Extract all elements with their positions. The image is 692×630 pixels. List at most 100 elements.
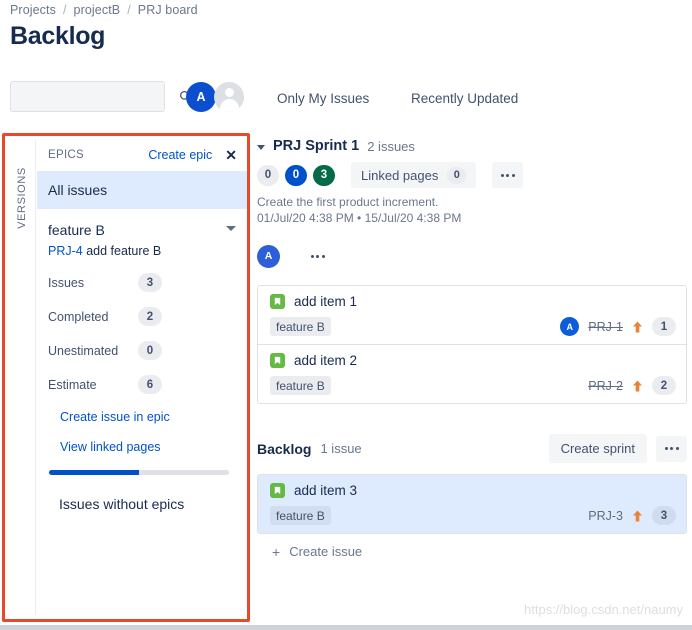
sprint-status-badges: 0 0 3 Linked pages 0 [257, 162, 687, 188]
epic-name: feature B [48, 222, 105, 238]
sprint-header[interactable]: PRJ Sprint 1 2 issues [257, 138, 687, 154]
more-icon-dot [316, 254, 319, 258]
avatar-initial: A [196, 90, 206, 104]
more-icon-dot [506, 173, 510, 177]
issue-key[interactable]: PRJ-1 [588, 320, 623, 334]
backlog-issue-list: add item 3 feature B PRJ-3 3 [257, 474, 687, 534]
sprint-name: PRJ Sprint 1 [273, 138, 360, 154]
create-sprint-button[interactable]: Create sprint [548, 434, 647, 463]
page-title: Backlog [10, 22, 106, 50]
priority-high-arrow-icon [633, 321, 642, 332]
more-icon-dot [664, 447, 668, 450]
breadcrumb-separator: / [127, 3, 131, 17]
issue-row-prj-1[interactable]: add item 1 feature B A PRJ-1 1 [258, 286, 686, 344]
breadcrumb-item-board[interactable]: PRJ board [138, 3, 198, 17]
epic-details: feature B PRJ-4 add feature B Issues 3 C… [37, 209, 247, 512]
epic-filter-issues-without-epics-label: Issues without epics [59, 496, 185, 512]
issue-summary: add item 1 [294, 294, 358, 309]
chevron-down-icon[interactable] [226, 226, 236, 231]
status-badge-todo[interactable]: 0 [257, 164, 279, 186]
epics-panel-title: EPICS [48, 148, 85, 161]
story-type-icon [270, 353, 285, 368]
issue-summary: add item 2 [294, 353, 358, 368]
issue-row-prj-3[interactable]: add item 3 feature B PRJ-3 3 [258, 475, 686, 533]
create-epic-button[interactable]: Create epic [148, 148, 212, 162]
versions-rail[interactable]: VERSIONS [8, 140, 36, 615]
backlog-section-header: Backlog 1 issue Create sprint [257, 434, 687, 463]
backlog-more-actions-button[interactable] [656, 435, 687, 462]
epics-panel-header: EPICS Create epic ✕ [37, 138, 247, 171]
create-issue-in-epic-link[interactable]: Create issue in epic [60, 410, 236, 424]
issue-estimate[interactable]: 1 [652, 317, 676, 336]
linked-pages-button[interactable]: Linked pages 0 [351, 162, 477, 188]
issue-epic-tag[interactable]: feature B [270, 317, 331, 336]
search-box[interactable] [10, 81, 192, 112]
epic-stat-unestimated: Unestimated 0 [48, 341, 236, 360]
more-icon-dot [310, 254, 314, 258]
more-icon-dot [321, 254, 325, 258]
chevron-down-icon[interactable] [257, 144, 265, 150]
view-linked-pages-link[interactable]: View linked pages [60, 440, 236, 454]
issue-meta-row: feature B A PRJ-1 1 [270, 317, 676, 336]
epics-panel: EPICS Create epic ✕ All issues feature B… [37, 138, 247, 619]
issue-meta-right: PRJ-3 3 [588, 506, 676, 525]
epic-stat-estimate: Estimate 6 [48, 375, 236, 394]
sprint-more-actions-button[interactable] [492, 162, 524, 188]
epic-stat-value: 3 [138, 273, 162, 292]
issue-meta-right: PRJ-2 2 [588, 376, 676, 395]
epic-summary-text: add feature B [86, 244, 162, 258]
versions-rail-label: VERSIONS [16, 167, 28, 229]
epic-summary-row: PRJ-4 add feature B [48, 244, 236, 258]
epic-stat-value: 0 [138, 341, 162, 360]
plus-icon: + [272, 543, 281, 560]
filter-recently-updated[interactable]: Recently Updated [411, 91, 518, 106]
sprint-assignee-row: A [257, 243, 687, 269]
epic-key-link[interactable]: PRJ-4 [48, 244, 83, 258]
close-icon[interactable]: ✕ [225, 148, 237, 162]
issue-key[interactable]: PRJ-3 [588, 509, 623, 523]
person-icon-head [224, 88, 234, 97]
main-content: PRJ Sprint 1 2 issues 0 0 3 Linked pages… [257, 138, 687, 559]
epic-stat-label: Issues [48, 275, 85, 290]
epic-stat-label: Completed [48, 309, 109, 324]
epic-filter-all-issues[interactable]: All issues [37, 171, 247, 209]
issue-estimate[interactable]: 3 [652, 506, 676, 525]
epic-name-row[interactable]: feature B [48, 222, 236, 238]
avatar-sprint-assignee[interactable]: A [257, 244, 280, 268]
avatar-initial: A [566, 321, 574, 332]
priority-high-arrow-icon [633, 510, 642, 521]
issue-row-prj-2[interactable]: add item 2 feature B PRJ-2 2 [258, 344, 686, 403]
avatar-placeholder[interactable] [214, 82, 244, 112]
avatar-issue-assignee[interactable]: A [560, 317, 580, 336]
breadcrumb-separator: / [62, 3, 67, 17]
linked-pages-count: 0 [447, 166, 467, 184]
breadcrumb: Projects / projectB / PRJ board [10, 3, 198, 17]
issue-epic-tag[interactable]: feature B [270, 506, 331, 525]
epic-stat-value: 2 [138, 307, 162, 326]
backlog-screen: Projects / projectB / PRJ board Backlog … [0, 0, 692, 630]
more-icon-dot [511, 173, 515, 177]
status-badge-done[interactable]: 3 [313, 164, 335, 186]
breadcrumb-item-projects[interactable]: Projects [10, 3, 56, 17]
issue-epic-tag[interactable]: feature B [270, 376, 331, 395]
backlog-title: Backlog [257, 440, 312, 457]
watermark: https://blog.csdn.net/naumy [524, 602, 683, 617]
create-issue-button[interactable]: + Create issue [272, 544, 687, 559]
priority-high-arrow-icon [633, 380, 642, 391]
filter-only-my-issues[interactable]: Only My Issues [277, 91, 369, 106]
epic-filter-all-issues-label: All issues [48, 182, 108, 198]
sprint-goal: Create the first product increment. [257, 195, 439, 209]
avatar-current-user[interactable]: A [186, 82, 216, 112]
issue-meta-row: feature B PRJ-3 3 [270, 506, 676, 525]
issue-key[interactable]: PRJ-2 [588, 379, 623, 393]
assignee-more-actions-button[interactable] [302, 243, 333, 269]
search-input[interactable] [18, 89, 179, 104]
issue-summary-row: add item 2 [270, 353, 676, 368]
breadcrumb-item-project[interactable]: projectB [74, 3, 121, 17]
issue-estimate[interactable]: 2 [652, 376, 676, 395]
story-type-icon [270, 294, 285, 309]
epic-filter-issues-without-epics[interactable]: Issues without epics [59, 496, 236, 512]
status-badge-inprogress[interactable]: 0 [285, 164, 307, 186]
bottom-scrollbar[interactable] [0, 625, 692, 630]
more-icon-dot [500, 173, 504, 177]
